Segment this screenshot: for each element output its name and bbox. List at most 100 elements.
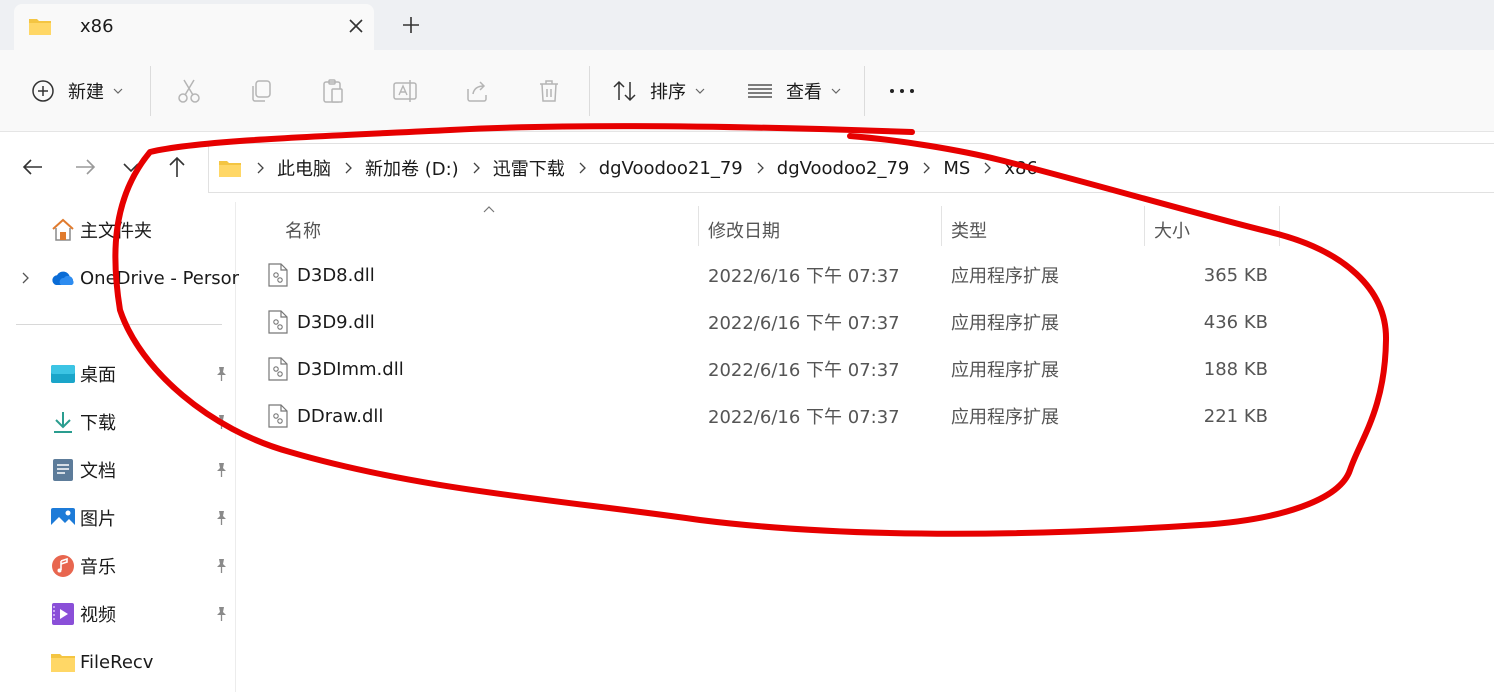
forward-arrow-icon[interactable] — [72, 154, 98, 180]
breadcrumb-this-pc[interactable]: 此电脑 — [277, 155, 331, 181]
sort-icon — [613, 80, 636, 102]
sort-ascending-icon — [483, 206, 495, 213]
toolbar-divider — [864, 66, 865, 116]
tab-strip: x86 — [0, 0, 1494, 50]
recent-locations-chevron-icon[interactable] — [118, 154, 144, 180]
sidebar-item-label: 文档 — [80, 461, 116, 482]
folder-icon — [219, 161, 241, 177]
pin-icon[interactable] — [212, 605, 230, 623]
more-icon — [890, 89, 914, 93]
up-arrow-icon[interactable] — [164, 154, 190, 180]
back-arrow-icon[interactable] — [20, 154, 46, 180]
folder-icon — [29, 19, 51, 35]
sidebar-item-label: FileRecv — [80, 651, 154, 673]
pin-icon[interactable] — [212, 509, 230, 527]
breadcrumb: 此电脑 新加卷 (D:) 迅雷下载 dgVoodoo21_79 dgVoodoo… — [217, 144, 1038, 192]
breadcrumb-dgvoodoo2-79[interactable]: dgVoodoo2_79 — [777, 158, 910, 179]
column-resize-handle[interactable] — [1144, 206, 1145, 246]
toolbar-divider — [150, 66, 151, 116]
chevron-down-icon — [695, 88, 705, 94]
dll-file-icon — [268, 404, 288, 428]
sidebar-item-onedrive[interactable]: OneDrive - Persor — [0, 258, 240, 298]
chevron-down-icon — [113, 88, 123, 94]
sidebar-item-documents[interactable]: 文档 — [0, 450, 236, 490]
sort-button[interactable]: 排序 — [612, 50, 706, 132]
sidebar-item-desktop[interactable]: 桌面 — [0, 354, 236, 394]
breadcrumb-drive-d[interactable]: 新加卷 (D:) — [365, 155, 459, 181]
file-modified: 2022/6/16 下午 07:37 — [708, 313, 900, 334]
column-resize-handle[interactable] — [941, 206, 942, 246]
pin-icon[interactable] — [212, 365, 230, 383]
breadcrumb-dgvoodoo21-79[interactable]: dgVoodoo21_79 — [599, 158, 743, 179]
table-row[interactable]: D3DImm.dll 2022/6/16 下午 07:37 应用程序扩展 188… — [238, 346, 1494, 392]
column-header-name[interactable]: 名称 — [285, 210, 321, 250]
copy-icon[interactable] — [247, 77, 275, 105]
sidebar-item-label: 视频 — [80, 605, 116, 626]
column-header-modified[interactable]: 修改日期 — [708, 210, 780, 250]
video-icon — [52, 603, 74, 625]
sidebar-item-label: 音乐 — [80, 557, 116, 578]
table-row[interactable]: D3D9.dll 2022/6/16 下午 07:37 应用程序扩展 436 K… — [238, 299, 1494, 345]
plus-circle-icon — [32, 80, 54, 102]
address-bar[interactable]: 此电脑 新加卷 (D:) 迅雷下载 dgVoodoo21_79 dgVoodoo… — [208, 143, 1494, 193]
desktop-icon — [51, 365, 75, 383]
rename-icon[interactable] — [391, 77, 419, 105]
column-header-size[interactable]: 大小 — [1154, 210, 1190, 250]
sidebar-item-label: 下载 — [80, 413, 116, 434]
sidebar-item-filerecv[interactable]: FileRecv — [0, 642, 236, 682]
onedrive-cloud-icon — [52, 271, 74, 285]
chevron-right-icon[interactable] — [577, 161, 587, 175]
delete-icon[interactable] — [535, 77, 563, 105]
sidebar-item-music[interactable]: 音乐 — [0, 546, 236, 586]
table-row[interactable]: DDraw.dll 2022/6/16 下午 07:37 应用程序扩展 221 … — [238, 393, 1494, 439]
sidebar-item-pictures[interactable]: 图片 — [0, 498, 236, 538]
breadcrumb-ms[interactable]: MS — [943, 158, 970, 179]
navigation-pane: 主文件夹 OneDrive - Persor 桌面 下载 文档 图片 音乐 视频… — [0, 202, 240, 692]
chevron-down-icon — [831, 88, 841, 94]
file-modified: 2022/6/16 下午 07:37 — [708, 407, 900, 428]
new-tab-icon[interactable] — [398, 12, 424, 38]
tab-x86[interactable]: x86 — [14, 4, 374, 50]
music-icon — [52, 555, 74, 577]
chevron-right-icon[interactable] — [982, 161, 992, 175]
chevron-right-icon — [257, 162, 264, 174]
close-icon[interactable] — [344, 14, 368, 38]
column-header-type[interactable]: 类型 — [951, 210, 987, 250]
pin-icon[interactable] — [212, 461, 230, 479]
pin-icon[interactable] — [212, 413, 230, 431]
new-button[interactable]: 新建 — [30, 50, 124, 132]
sidebar-item-label: OneDrive - Persor — [80, 267, 240, 289]
file-name: D3D8.dll — [297, 264, 375, 286]
file-size: 188 KB — [1203, 358, 1268, 380]
dll-file-icon — [268, 263, 288, 287]
sidebar-item-label: 图片 — [80, 509, 116, 530]
chevron-right-icon[interactable] — [18, 271, 32, 285]
file-modified: 2022/6/16 下午 07:37 — [708, 360, 900, 381]
file-size: 221 KB — [1203, 405, 1268, 427]
new-button-label: 新建 — [68, 82, 104, 103]
sidebar-item-downloads[interactable]: 下载 — [0, 402, 236, 442]
sidebar-item-label: 主文件夹 — [80, 221, 152, 242]
view-button[interactable]: 查看 — [746, 50, 842, 132]
more-options-button[interactable] — [888, 50, 916, 132]
column-resize-handle[interactable] — [1279, 206, 1280, 246]
column-resize-handle[interactable] — [698, 206, 699, 246]
breadcrumb-x86[interactable]: x86 — [1004, 158, 1038, 179]
sidebar-item-home[interactable]: 主文件夹 — [0, 210, 236, 250]
chevron-right-icon[interactable] — [471, 161, 481, 175]
cut-icon[interactable] — [175, 77, 203, 105]
sidebar-item-videos[interactable]: 视频 — [0, 594, 236, 634]
document-icon — [53, 459, 73, 481]
file-name: D3DImm.dll — [297, 358, 404, 380]
paste-icon[interactable] — [319, 77, 347, 105]
pin-icon[interactable] — [212, 557, 230, 575]
share-icon[interactable] — [463, 77, 491, 105]
file-name: DDraw.dll — [297, 405, 384, 427]
dll-file-icon — [268, 357, 288, 381]
chevron-right-icon[interactable] — [755, 161, 765, 175]
table-row[interactable]: D3D8.dll 2022/6/16 下午 07:37 应用程序扩展 365 K… — [238, 252, 1494, 298]
home-icon — [52, 218, 74, 241]
chevron-right-icon[interactable] — [921, 161, 931, 175]
breadcrumb-xunlei-downloads[interactable]: 迅雷下载 — [493, 155, 565, 181]
chevron-right-icon[interactable] — [343, 161, 353, 175]
